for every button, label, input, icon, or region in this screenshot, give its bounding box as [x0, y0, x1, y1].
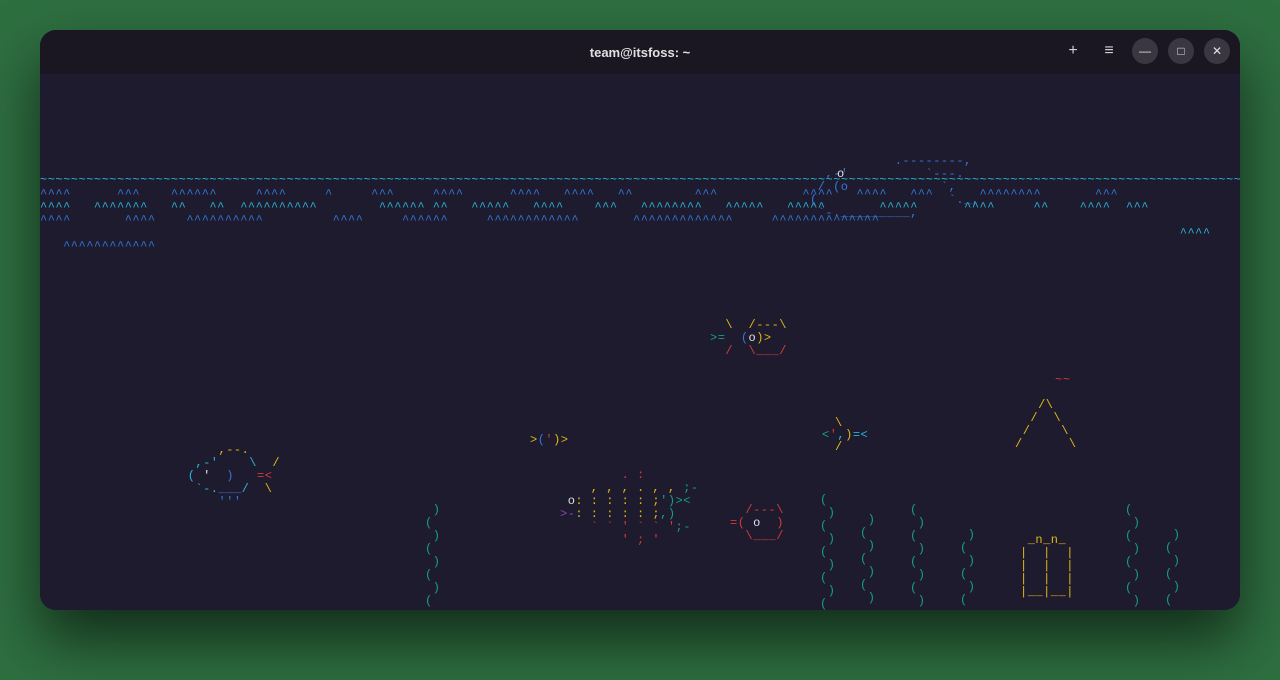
seaweed: ) ( ) ( ) (: [1165, 529, 1180, 607]
fish-small-reverse: <',)=<: [822, 429, 868, 442]
fish-hex: /---\ =( o ) \___/: [730, 504, 784, 543]
titlebar: team@itsfoss: ~ + ≡ — □ ✕: [40, 30, 1240, 74]
menu-button[interactable]: ≡: [1096, 38, 1122, 64]
seaweed: ( ) ( ) ( ) ( ): [1125, 504, 1140, 608]
terminal-window: team@itsfoss: ~ + ≡ — □ ✕ ~~~~~~~~~~~~~~…: [40, 30, 1240, 610]
castle-ascii: _n_n_ | | | | | | | | | |__|__|: [1020, 534, 1074, 599]
fish-puffer: \ /---\ >= (o)> / \___/: [710, 319, 795, 358]
fish-big: ,--. ,-' \ / ( ' ) =< `-.___/ \ ''': [180, 444, 280, 509]
seaweed: ( ) ( ) ( ) ( ) (: [820, 494, 835, 610]
tilde-wiggle: ~~: [1055, 374, 1070, 387]
seaweed: ) ( ) ( ) (: [960, 529, 975, 607]
seaweed: ) ( ) ( ) ( ): [860, 514, 875, 605]
fish-small: >(')>: [530, 434, 569, 447]
wave-row: ^^^^^^^^^^^^: [40, 240, 156, 253]
fish-detailed: . : , , , . , , ;- o: : : : : ;')>< >-: …: [560, 469, 699, 547]
peak-ascii: /\ / \ / \ / \: [1015, 399, 1077, 451]
window-controls: + ≡ — □ ✕: [1060, 38, 1230, 64]
maximize-button[interactable]: □: [1168, 38, 1194, 64]
window-title: team@itsfoss: ~: [590, 45, 690, 60]
whale-eye: o: [837, 168, 845, 181]
terminal-content[interactable]: ~~~~~~~~~~~~~~~~~~~~~~~~~~~~~~~~~~~~~~~~…: [40, 74, 1240, 610]
water-surface: ~~~~~~~~~~~~~~~~~~~~~~~~~~~~~~~~~~~~~~~~…: [40, 174, 1240, 187]
close-button[interactable]: ✕: [1204, 38, 1230, 64]
wave-row: ^^^^: [40, 227, 1211, 240]
fish-small-fin: \: [835, 417, 843, 430]
whale-ascii: .--------, ,-' `---. / (o `, ( `._, `-._…: [810, 142, 1003, 233]
new-tab-button[interactable]: +: [1060, 38, 1086, 64]
seaweed: ) ( ) ( ) ( ) (: [425, 504, 440, 608]
seaweed: ( ) ( ) ( ) ( ): [910, 504, 925, 608]
fish-small-fin: /: [835, 441, 843, 454]
minimize-button[interactable]: —: [1132, 38, 1158, 64]
